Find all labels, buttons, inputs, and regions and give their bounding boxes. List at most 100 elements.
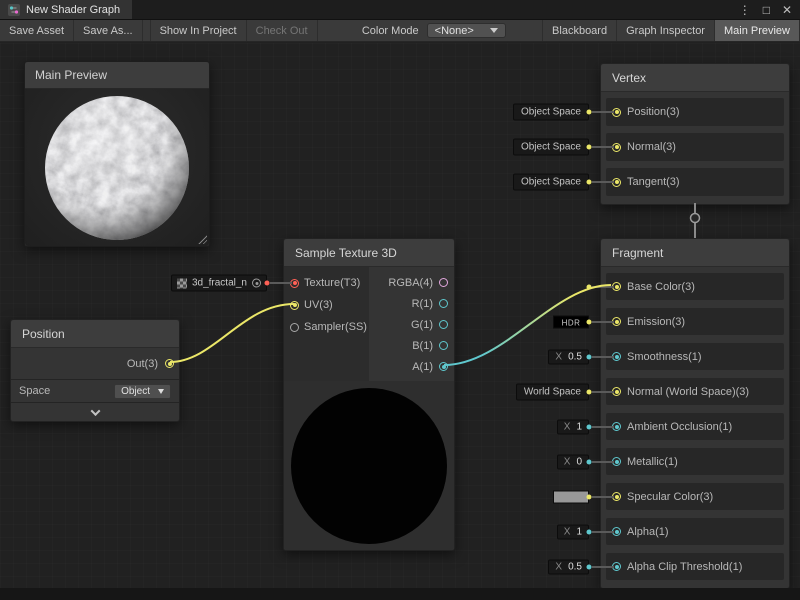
- sample-node-preview: [284, 381, 454, 550]
- connector-dot: [587, 529, 592, 534]
- connector-line: [592, 321, 614, 323]
- toolbar: Save Asset Save As... Show In Project Ch…: [0, 20, 800, 42]
- graph-inspector-toggle[interactable]: Graph Inspector: [617, 20, 715, 41]
- alpha-float-field[interactable]: X1: [557, 524, 589, 539]
- preview-sphere: [44, 95, 190, 241]
- normal-space-dropdown[interactable]: Object Space: [513, 139, 589, 156]
- specular-color-swatch[interactable]: [553, 490, 589, 503]
- tangent-space-dropdown[interactable]: Object Space: [513, 174, 589, 191]
- fragment-row-alpha-clip: X0.5 Alpha Clip Threshold(1): [606, 553, 784, 580]
- color-mode-value: <None>: [435, 25, 474, 37]
- output-row-r: R(1): [369, 293, 454, 314]
- port-uv-input[interactable]: [290, 301, 299, 310]
- position-space-row: Space Object: [11, 379, 179, 402]
- texture-thumbnail-icon: [177, 278, 187, 288]
- output-row-g: G(1): [369, 314, 454, 335]
- connector-line: [592, 111, 614, 113]
- main-preview-header[interactable]: Main Preview: [25, 62, 209, 89]
- position-node[interactable]: Position Out(3) Space Object: [10, 319, 180, 422]
- show-in-project-button[interactable]: Show In Project: [150, 20, 247, 41]
- connector-line: [592, 461, 614, 463]
- alpha-clip-label: Alpha Clip Threshold(1): [627, 561, 742, 573]
- normal-space-badge[interactable]: World Space: [516, 383, 589, 400]
- ambient-occlusion-label: Ambient Occlusion(1): [627, 421, 732, 433]
- emission-hdr-swatch[interactable]: HDR: [553, 315, 589, 328]
- fragment-row-emission: HDR Emission(3): [606, 308, 784, 335]
- input-row-texture: 3d_fractal_n Texture(T3): [284, 272, 369, 294]
- vertex-tangent-label: Tangent(3): [627, 176, 680, 188]
- resize-handle-icon[interactable]: [197, 234, 207, 244]
- port-b-output[interactable]: [439, 341, 448, 350]
- connector-line: [592, 391, 614, 393]
- space-value: Object: [121, 386, 150, 397]
- smoothness-float-field[interactable]: X0.5: [548, 349, 589, 364]
- port-r-output[interactable]: [439, 299, 448, 308]
- connector-line: [592, 566, 614, 568]
- port-g-output[interactable]: [439, 320, 448, 329]
- fragment-row-ambient-occlusion: X1 Ambient Occlusion(1): [606, 413, 784, 440]
- fragment-node[interactable]: Fragment Base Color(3) HDR Emission(3) X…: [600, 238, 790, 589]
- main-preview-toggle[interactable]: Main Preview: [715, 20, 800, 41]
- uv-input-label: UV(3): [304, 299, 333, 311]
- vertex-row-normal: Object Space Normal(3): [606, 133, 784, 161]
- check-out-button[interactable]: Check Out: [247, 20, 318, 41]
- output-row-rgba: RGBA(4): [369, 272, 454, 293]
- r-output-label: R(1): [412, 298, 433, 310]
- connector-line: [592, 531, 614, 533]
- sampler-input-label: Sampler(SS): [304, 321, 367, 333]
- metallic-float-field[interactable]: X0: [557, 454, 589, 469]
- output-row-b: B(1): [369, 335, 454, 356]
- connector-line: [592, 356, 614, 358]
- input-row-sampler: Sampler(SS): [284, 316, 369, 338]
- close-icon[interactable]: ✕: [782, 4, 792, 16]
- port-rgba-output[interactable]: [439, 278, 448, 287]
- blackboard-toggle[interactable]: Blackboard: [542, 20, 617, 41]
- connector-dot: [587, 564, 592, 569]
- space-dropdown[interactable]: Object: [114, 384, 171, 399]
- vertex-fragment-connector-knob[interactable]: [691, 214, 700, 223]
- connector-dot: [587, 459, 592, 464]
- port-a-output[interactable]: [439, 362, 448, 371]
- document-tab[interactable]: New Shader Graph: [0, 0, 132, 19]
- tab-title: New Shader Graph: [26, 4, 120, 16]
- sample-node-title: Sample Texture 3D: [284, 239, 454, 267]
- connector-dot: [587, 145, 592, 150]
- connector-line: [592, 426, 614, 428]
- fragment-row-base-color: Base Color(3): [606, 273, 784, 300]
- texture-asset-field[interactable]: 3d_fractal_n: [171, 275, 267, 292]
- alpha-clip-float-field[interactable]: X0.5: [548, 559, 589, 574]
- maximize-icon[interactable]: □: [763, 4, 770, 16]
- b-output-label: B(1): [412, 340, 433, 352]
- output-row-a: A(1): [369, 356, 454, 377]
- position-collapse-row[interactable]: [11, 402, 179, 421]
- fragment-row-specular-color: Specular Color(3): [606, 483, 784, 510]
- connector-dot: [587, 284, 592, 289]
- port-sampler-input[interactable]: [290, 323, 299, 332]
- edge-position-to-uv[interactable]: [170, 304, 294, 362]
- color-mode-dropdown[interactable]: <None>: [427, 23, 506, 38]
- save-as-button[interactable]: Save As...: [74, 20, 143, 41]
- save-asset-button[interactable]: Save Asset: [0, 20, 74, 41]
- graph-canvas[interactable]: Main Preview: [0, 43, 800, 600]
- main-preview-panel[interactable]: Main Preview: [24, 61, 210, 247]
- port-position-out[interactable]: [165, 359, 174, 368]
- sample-texture-3d-node[interactable]: Sample Texture 3D 3d_fractal_n Texture(T…: [283, 238, 455, 551]
- normal-ws-label: Normal (World Space)(3): [627, 386, 749, 398]
- title-bar: New Shader Graph ⋮ □ ✕: [0, 0, 800, 20]
- preview-sphere-black: [291, 388, 447, 544]
- vertex-node-title: Vertex: [601, 64, 789, 92]
- vertex-row-tangent: Object Space Tangent(3): [606, 168, 784, 196]
- position-node-title: Position: [11, 320, 179, 348]
- vertex-row-position: Object Space Position(3): [606, 98, 784, 126]
- ao-float-field[interactable]: X1: [557, 419, 589, 434]
- vertex-node[interactable]: Vertex Object Space Position(3) Object S…: [600, 63, 790, 205]
- dropdown-arrow-icon: [490, 28, 498, 33]
- shader-graph-window: New Shader Graph ⋮ □ ✕ Save Asset Save A…: [0, 0, 800, 600]
- kebab-menu-icon[interactable]: ⋮: [739, 4, 751, 16]
- alpha-label: Alpha(1): [627, 526, 669, 538]
- connector-dot: [587, 319, 592, 324]
- connector-dot: [587, 494, 592, 499]
- connector-line: [270, 282, 292, 284]
- object-picker-icon[interactable]: [252, 279, 261, 288]
- position-space-dropdown[interactable]: Object Space: [513, 104, 589, 121]
